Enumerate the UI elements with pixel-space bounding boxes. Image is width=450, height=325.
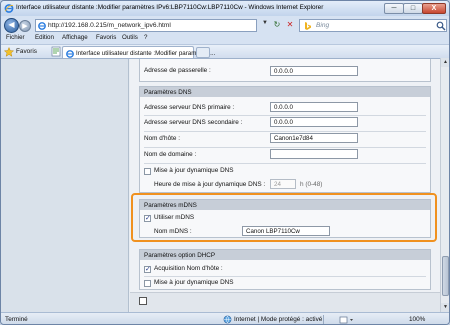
menu-favoris[interactable]: Favoris bbox=[96, 34, 116, 41]
bottom-toolbar bbox=[130, 292, 440, 313]
mdns-highlight-frame bbox=[131, 193, 437, 242]
tab-title: Interface utilisateur distante :Modifier… bbox=[76, 49, 216, 57]
dns-section-title: Paramètres DNS bbox=[140, 87, 430, 97]
stop-icon[interactable]: ✕ bbox=[284, 19, 296, 31]
globe-icon bbox=[223, 315, 232, 324]
refresh-icon[interactable]: ↻ bbox=[271, 19, 283, 31]
dns-secondary-input[interactable]: 0.0.0.0 bbox=[270, 117, 358, 127]
dns-primary-label: Adresse serveur DNS primaire : bbox=[144, 104, 235, 111]
new-tab-button[interactable] bbox=[196, 47, 210, 58]
page-content: Adresse de passerelle : 0.0.0.0 Paramètr… bbox=[1, 58, 440, 313]
acquire-hostname-label: Acquisition Nom d'hôte : bbox=[154, 265, 223, 272]
menu-edition[interactable]: Edition bbox=[35, 34, 54, 41]
gateway-label: Adresse de passerelle : bbox=[144, 67, 211, 74]
menu-bar: Fichier Edition Affichage Favoris Outils… bbox=[1, 34, 449, 43]
title-bar: Interface utilisateur distante :Modifier… bbox=[1, 1, 449, 16]
row-divider bbox=[144, 276, 426, 277]
url-text[interactable]: http://192.168.0.215/m_network_ipv6.html bbox=[48, 22, 171, 29]
row-divider bbox=[144, 115, 426, 116]
dhcp-option-panel: Paramètres option DHCP Acquisition Nom d… bbox=[139, 249, 431, 290]
left-nav-panel bbox=[1, 59, 129, 313]
dns-secondary-label: Adresse serveur DNS secondaire : bbox=[144, 119, 243, 126]
acquire-hostname-checkbox[interactable] bbox=[144, 265, 151, 273]
zoom-level[interactable]: 100% bbox=[409, 316, 425, 323]
row-divider bbox=[144, 163, 426, 164]
bing-logo-icon bbox=[305, 22, 311, 30]
menu-help[interactable]: ? bbox=[144, 34, 147, 41]
ie-logo-icon bbox=[4, 4, 14, 13]
menu-affichage[interactable]: Affichage bbox=[62, 34, 88, 41]
dns-dynamic-update-label: Mise à jour dynamique DNS bbox=[154, 167, 234, 174]
row-divider bbox=[144, 147, 426, 148]
tab-page-icon bbox=[66, 50, 74, 58]
domain-input[interactable] bbox=[270, 149, 358, 159]
favorites-bar: Favoris Interface utilisateur distante :… bbox=[1, 44, 449, 59]
hostname-label: Nom d'hôte : bbox=[144, 135, 181, 142]
settings-main: Adresse de passerelle : 0.0.0.0 Paramètr… bbox=[130, 59, 440, 313]
dns-update-time-label: Heure de mise à jour dynamique DNS : bbox=[154, 181, 266, 188]
scroll-down-icon[interactable]: ▼ bbox=[441, 303, 449, 312]
arrow-right-icon: ▶ bbox=[22, 23, 28, 30]
scroll-thumb[interactable] bbox=[442, 256, 449, 296]
favorites-label[interactable]: Favoris bbox=[16, 48, 37, 55]
security-zone-text[interactable]: Internet | Mode protégé : activé bbox=[234, 316, 322, 323]
page-icon bbox=[38, 22, 46, 30]
page-top-icon[interactable] bbox=[139, 297, 147, 305]
dhcp-section-title: Paramètres option DHCP bbox=[140, 250, 430, 260]
forward-button[interactable]: ▶ bbox=[19, 20, 31, 32]
dhcp-dynamic-dns-label: Mise à jour dynamique DNS bbox=[154, 279, 234, 286]
close-button[interactable]: X bbox=[422, 3, 446, 14]
domain-label: Nom de domaine : bbox=[144, 151, 197, 158]
back-button[interactable]: ◀ bbox=[4, 18, 19, 33]
search-box[interactable]: Bing bbox=[299, 19, 447, 32]
gateway-panel: Adresse de passerelle : 0.0.0.0 bbox=[139, 59, 431, 82]
search-placeholder[interactable]: Bing bbox=[316, 22, 329, 29]
add-to-favorites-icon[interactable] bbox=[51, 46, 61, 57]
gateway-input[interactable]: 0.0.0.0 bbox=[270, 65, 358, 76]
dns-update-time-unit: h (0-48) bbox=[300, 181, 323, 188]
browser-window: Interface utilisateur distante :Modifier… bbox=[0, 0, 450, 325]
dns-primary-input[interactable]: 0.0.0.0 bbox=[270, 102, 358, 112]
scroll-up-icon[interactable]: ▲ bbox=[441, 58, 449, 67]
status-text: Terminé bbox=[5, 316, 28, 323]
menu-outils[interactable]: Outils bbox=[122, 34, 138, 41]
hostname-input[interactable]: Canon1e7d84 bbox=[270, 133, 358, 143]
dns-panel: Paramètres DNS Adresse serveur DNS prima… bbox=[139, 86, 431, 193]
row-divider bbox=[144, 131, 426, 132]
status-divider bbox=[323, 315, 324, 324]
vertical-scrollbar[interactable]: ▲ ▼ bbox=[440, 58, 449, 312]
menu-fichier[interactable]: Fichier bbox=[6, 34, 25, 41]
window-title: Interface utilisateur distante :Modifier… bbox=[16, 4, 324, 11]
address-dropdown-icon[interactable]: ▼ bbox=[262, 20, 268, 26]
dns-dynamic-update-checkbox[interactable] bbox=[144, 168, 151, 175]
arrow-left-icon: ◀ bbox=[8, 20, 15, 29]
dhcp-dynamic-dns-checkbox[interactable] bbox=[144, 280, 151, 287]
pop-up-tools-icon[interactable] bbox=[339, 315, 361, 325]
maximize-button[interactable]: □ bbox=[403, 3, 423, 14]
favorites-star-icon[interactable] bbox=[4, 47, 14, 57]
status-bar: Terminé Internet | Mode protégé : activé… bbox=[1, 312, 449, 325]
address-bar[interactable]: http://192.168.0.215/m_network_ipv6.html bbox=[35, 19, 257, 32]
search-icon[interactable] bbox=[436, 21, 446, 31]
dns-update-time-input[interactable]: 24 bbox=[270, 179, 296, 189]
minimize-button[interactable]: ─ bbox=[384, 3, 404, 14]
